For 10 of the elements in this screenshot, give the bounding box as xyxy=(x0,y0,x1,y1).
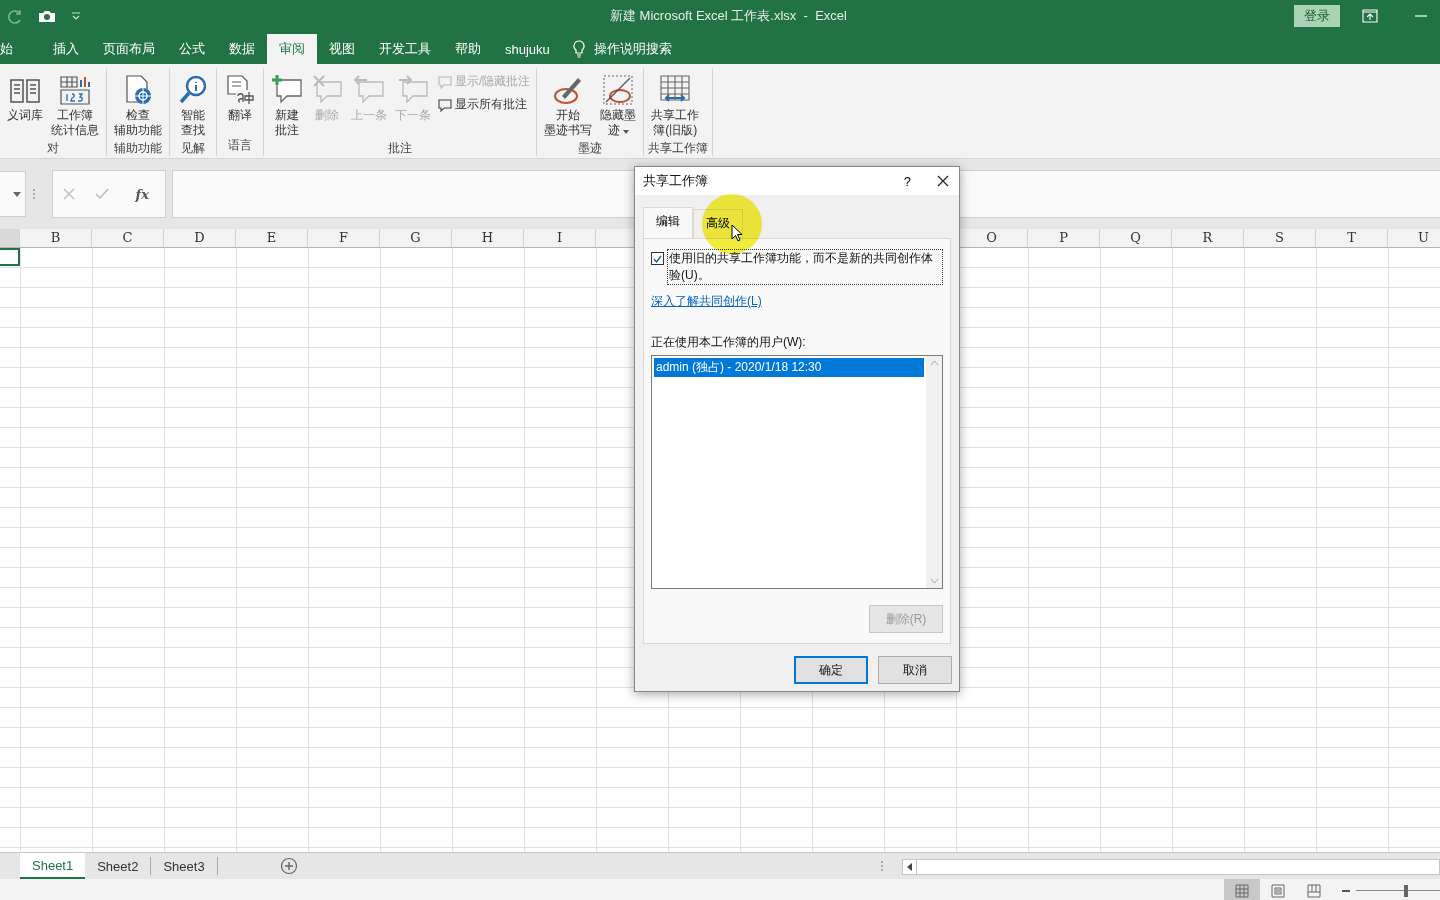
dialog-title: 共享工作簿 xyxy=(643,172,709,190)
group-label: 对 xyxy=(46,140,60,157)
group-label: 辅助功能 xyxy=(113,140,163,157)
group-label: 共享工作簿 xyxy=(648,140,709,157)
window-title: 新建 Microsoft Excel 工作表.xlsx - Excel xyxy=(610,7,848,25)
group-label: 批注 xyxy=(387,140,414,157)
group-label: 墨迹 xyxy=(577,140,604,157)
users-label: 正在使用本工作簿的用户(W): xyxy=(651,334,807,351)
group-label: 语言 xyxy=(227,137,253,154)
group-label: 见解 xyxy=(180,140,206,157)
